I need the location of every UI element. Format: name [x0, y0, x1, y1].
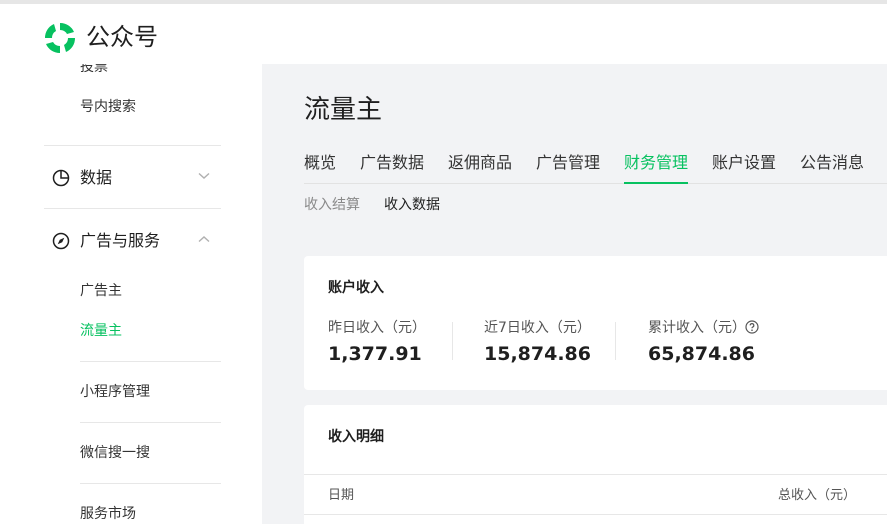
- pie-chart-icon: [52, 169, 70, 187]
- sidebar-divider: [44, 208, 221, 209]
- sidebar-divider: [44, 145, 221, 146]
- sidebar-item-wechat-search[interactable]: 微信搜一搜: [80, 444, 150, 462]
- table-row-divider: [304, 514, 887, 515]
- stat-value-total: 65,874.86: [648, 343, 755, 365]
- tab-overview[interactable]: 概览: [304, 153, 336, 173]
- sidebar: 投票 号内搜索 数据 广告与服务 广告主 流量主 小程序管理 微信搜一搜 服务市…: [0, 64, 262, 524]
- sidebar-item-publisher[interactable]: 流量主: [80, 322, 122, 340]
- tab-announcements[interactable]: 公告消息: [800, 153, 864, 173]
- stat-separator: [452, 322, 453, 360]
- card-title: 收入明细: [328, 429, 384, 445]
- sidebar-item-service-market[interactable]: 服务市场: [80, 505, 136, 523]
- chevron-down-icon[interactable]: [198, 172, 210, 180]
- active-tab-indicator: [624, 182, 688, 184]
- chevron-up-icon[interactable]: [198, 235, 210, 243]
- sidebar-group-ads-and-services[interactable]: 广告与服务: [52, 231, 222, 251]
- app-name: 公众号: [86, 23, 158, 51]
- stat-separator: [615, 322, 616, 360]
- card-title: 账户收入: [328, 280, 384, 296]
- column-header-total-income[interactable]: 总收入（元）: [778, 487, 856, 505]
- stat-label-7-days: 近7日收入（元）: [484, 320, 591, 336]
- tab-commission-goods[interactable]: 返佣商品: [448, 153, 512, 173]
- sidebar-item-mini-program[interactable]: 小程序管理: [80, 383, 150, 401]
- sidebar-divider: [80, 361, 221, 362]
- sidebar-group-label: 数据: [80, 168, 113, 187]
- subtab-income-settlement[interactable]: 收入结算: [304, 196, 360, 214]
- sidebar-divider: [80, 483, 221, 484]
- sidebar-item-advertiser[interactable]: 广告主: [80, 282, 122, 300]
- stat-label-total: 累计收入（元）: [648, 320, 746, 336]
- subtab-income-data[interactable]: 收入数据: [384, 196, 440, 214]
- account-income-card: 账户收入 昨日收入（元） 1,377.91 近7日收入（元） 15,874.86…: [304, 256, 887, 390]
- tab-finance[interactable]: 财务管理: [624, 153, 688, 173]
- sidebar-item-in-account-search[interactable]: 号内搜索: [80, 98, 136, 116]
- wechat-official-account-logo-icon[interactable]: [42, 20, 78, 56]
- top-bar: 公众号: [0, 0, 887, 64]
- column-header-date[interactable]: 日期: [328, 487, 354, 505]
- tab-ad-management[interactable]: 广告管理: [536, 153, 600, 173]
- sidebar-divider: [80, 422, 221, 423]
- question-circle-icon[interactable]: [745, 320, 759, 334]
- compass-icon: [52, 232, 70, 250]
- stat-value-yesterday: 1,377.91: [328, 343, 422, 365]
- stat-value-7-days: 15,874.86: [484, 343, 591, 365]
- table-header-divider: [304, 474, 887, 475]
- sidebar-item-vote[interactable]: 投票: [80, 64, 108, 76]
- tab-account-settings[interactable]: 账户设置: [712, 153, 776, 173]
- main-content: 流量主 概览 广告数据 返佣商品 广告管理 财务管理 账户设置 公告消息 收入结…: [262, 64, 887, 524]
- income-detail-card: 收入明细 日期 总收入（元）: [304, 405, 887, 524]
- page-title: 流量主: [304, 95, 383, 125]
- sidebar-group-label: 广告与服务: [80, 231, 161, 250]
- sidebar-group-data[interactable]: 数据: [52, 168, 222, 188]
- tab-divider: [304, 183, 887, 184]
- tab-ad-data[interactable]: 广告数据: [360, 153, 424, 173]
- stat-label-yesterday: 昨日收入（元）: [328, 320, 426, 336]
